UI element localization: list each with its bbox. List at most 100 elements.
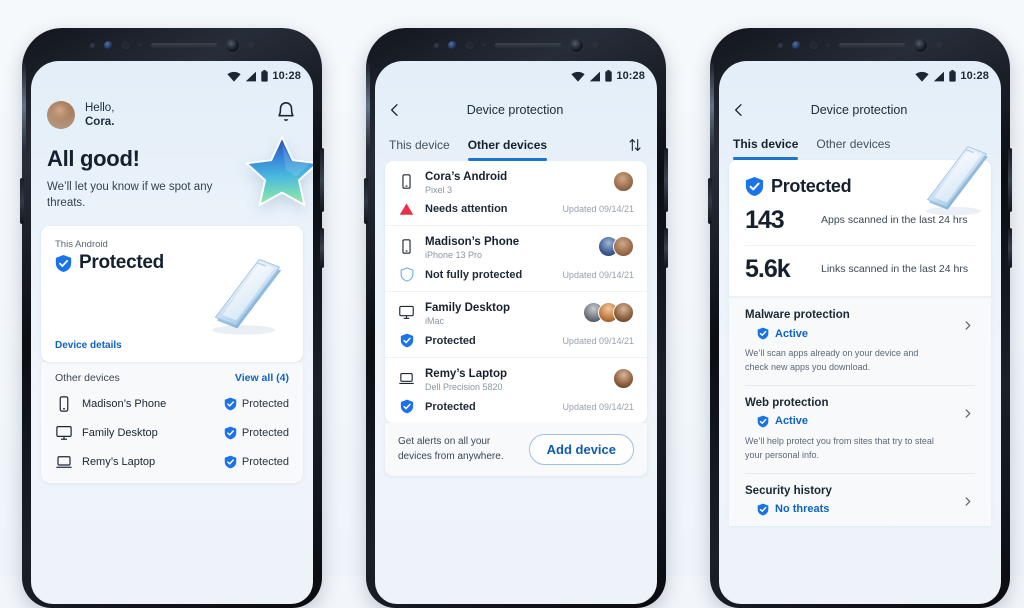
section-description: We’ll help protect you from sites that t… bbox=[745, 435, 934, 460]
table-row[interactable]: Remy’s Laptop Dell Precision 5820 Protec… bbox=[385, 358, 647, 423]
iris-scanner-icon bbox=[570, 38, 583, 52]
device-info: Madison’s Phone iPhone 13 Pro bbox=[425, 236, 519, 260]
status-icon-slot bbox=[398, 399, 415, 414]
device-name: Family Desktop bbox=[82, 427, 158, 440]
device-details-link[interactable]: Device details bbox=[55, 340, 122, 351]
wifi-icon bbox=[227, 71, 241, 82]
phone-screen-1: 10:28 Hello, Cora. All good! We’ll let y… bbox=[31, 61, 313, 604]
table-row[interactable]: Family Desktop iMac Protected Updated 09… bbox=[385, 292, 647, 358]
section-security-history[interactable]: Security history No threats bbox=[745, 474, 975, 526]
tab-this-device[interactable]: This device bbox=[389, 138, 450, 161]
device-status-text: Protected bbox=[241, 427, 289, 440]
status-icon-slot bbox=[398, 267, 415, 282]
device-model: Dell Precision 5820 bbox=[425, 382, 503, 392]
warning-triangle-icon bbox=[399, 203, 414, 215]
navigation-bar: Device protection bbox=[375, 87, 657, 127]
smartphone-icon bbox=[59, 396, 69, 412]
chevron-right-icon[interactable] bbox=[962, 496, 973, 507]
earpiece-grille-icon bbox=[839, 42, 905, 48]
greeting-name: Cora. bbox=[85, 116, 115, 129]
avatar[interactable] bbox=[47, 101, 75, 129]
status-bar: 10:28 bbox=[375, 61, 657, 87]
phone-sensor-bar bbox=[22, 28, 322, 62]
tab-bar: This device Other devices bbox=[375, 127, 657, 161]
wifi-icon bbox=[915, 71, 929, 82]
this-device-card[interactable]: This Android Protected Device details bbox=[41, 226, 303, 363]
page-title: Device protection bbox=[810, 103, 908, 117]
status-time: 10:28 bbox=[616, 70, 645, 82]
chevron-left-icon[interactable] bbox=[387, 102, 403, 118]
signal-icon bbox=[246, 71, 257, 81]
front-camera-icon bbox=[104, 40, 113, 50]
device-updated: Updated 09/14/21 bbox=[562, 269, 634, 280]
table-row[interactable]: Madison’s Phone iPhone 13 Pro Not fully … bbox=[385, 226, 647, 292]
shield-check-icon bbox=[745, 177, 764, 196]
chevron-right-icon[interactable] bbox=[962, 408, 973, 419]
add-device-button[interactable]: Add device bbox=[528, 434, 634, 465]
tab-this-device[interactable]: This device bbox=[733, 137, 799, 160]
avatar bbox=[613, 236, 634, 257]
section-status-text: Active bbox=[775, 415, 809, 428]
stat-value: 143 bbox=[745, 206, 785, 234]
smartphone-3d-icon bbox=[212, 259, 282, 335]
shield-check-icon bbox=[757, 327, 769, 340]
list-item[interactable]: Madison’s Phone Protected bbox=[55, 395, 289, 413]
table-row[interactable]: Cora’s Android Pixel 3 Needs attention U… bbox=[385, 161, 647, 226]
stat-value: 5.6k bbox=[745, 255, 791, 283]
led-indicator-icon bbox=[592, 42, 598, 48]
device-list: Cora’s Android Pixel 3 Needs attention U… bbox=[385, 161, 647, 423]
signal-icon bbox=[934, 71, 945, 81]
tab-other-devices[interactable]: Other devices bbox=[467, 138, 548, 161]
iris-scanner-icon bbox=[914, 38, 927, 52]
list-item[interactable]: Remy’s Laptop Protected bbox=[55, 453, 289, 471]
device-status-text: Protected bbox=[425, 334, 476, 347]
device-updated: Updated 09/14/21 bbox=[562, 204, 634, 214]
device-row-bottom: Protected Updated 09/14/21 bbox=[398, 399, 634, 414]
shield-check-icon bbox=[757, 503, 769, 516]
section-status: No threats bbox=[757, 503, 975, 516]
power-button bbox=[320, 228, 324, 268]
phone-sensor-bar bbox=[710, 28, 1010, 62]
section-title: Malware protection bbox=[745, 309, 850, 321]
front-camera-icon bbox=[448, 40, 457, 50]
earpiece-grille-icon bbox=[151, 42, 217, 48]
section-title: Web protection bbox=[745, 396, 829, 409]
device-info: Cora’s Android Pixel 3 bbox=[425, 171, 507, 195]
star-icon bbox=[245, 135, 313, 206]
front-camera-icon bbox=[792, 40, 801, 50]
device-status-text: Protected bbox=[425, 400, 476, 413]
phone-mockup-2: 10:28 Device protection This device Othe… bbox=[364, 28, 668, 608]
section-status: Active bbox=[757, 415, 975, 428]
home-header: Hello, Cora. bbox=[31, 87, 313, 130]
this-device-panel: Protected 143 Apps scanned in the last 2… bbox=[719, 146, 1001, 526]
device-name: Remy’s Laptop bbox=[82, 456, 156, 469]
avatar-group bbox=[613, 171, 634, 192]
list-item[interactable]: Family Desktop Protected bbox=[55, 424, 289, 442]
status-time: 10:28 bbox=[960, 70, 989, 82]
section-malware-protection[interactable]: Malware protection Active We’ll scan app… bbox=[745, 298, 975, 386]
volume-button bbox=[708, 178, 712, 224]
notification-bell-icon[interactable] bbox=[275, 101, 297, 123]
status-icon-slot bbox=[398, 333, 415, 348]
phone-mockup-3: 10:28 Device protection This device Othe… bbox=[708, 28, 1012, 608]
sensor-dot-icon bbox=[778, 42, 783, 48]
laptop-icon bbox=[56, 456, 72, 468]
tab-other-devices[interactable]: Other devices bbox=[816, 137, 890, 160]
device-row-top: Cora’s Android Pixel 3 bbox=[398, 171, 634, 195]
chevron-left-icon[interactable] bbox=[731, 102, 747, 118]
stat-links-scanned: 5.6k Links scanned in the last 24 hrs bbox=[745, 246, 975, 294]
signal-icon bbox=[590, 71, 601, 81]
light-sensor-icon bbox=[826, 43, 830, 47]
status-time: 10:28 bbox=[272, 70, 301, 82]
device-updated: Updated 09/14/21 bbox=[562, 401, 634, 412]
chevron-right-icon[interactable] bbox=[962, 320, 973, 331]
view-all-link[interactable]: View all (4) bbox=[235, 372, 289, 384]
other-devices-section: Other devices View all (4) Madison’s Pho… bbox=[41, 362, 303, 484]
sort-arrows-icon[interactable] bbox=[627, 137, 643, 161]
section-web-protection[interactable]: Web protection Active We’ll help protect… bbox=[745, 386, 975, 474]
section-title: Security history bbox=[745, 484, 832, 497]
volume-button bbox=[364, 178, 368, 224]
device-name: Cora’s Android bbox=[425, 171, 508, 183]
iris-scanner-icon bbox=[226, 38, 239, 52]
shield-outline-icon bbox=[400, 267, 413, 282]
